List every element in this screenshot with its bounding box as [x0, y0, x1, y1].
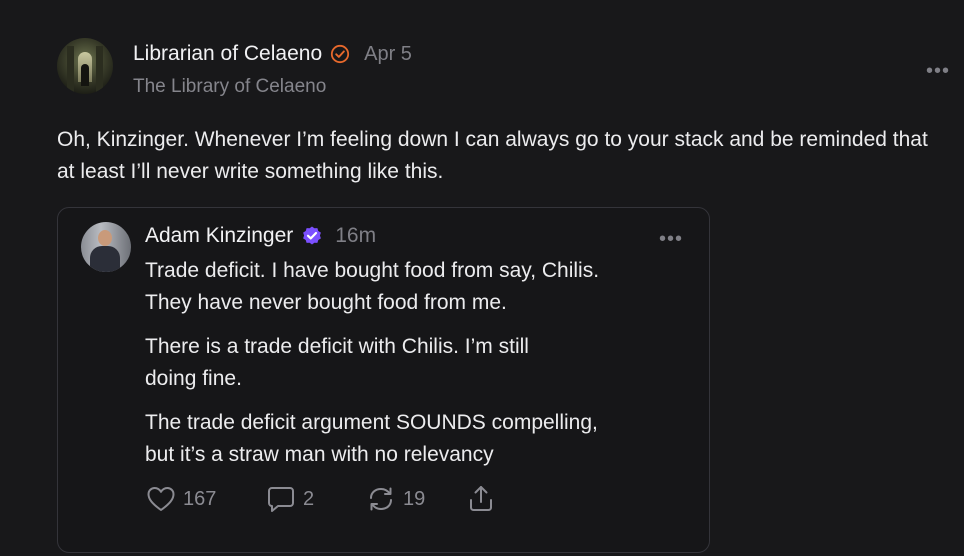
restack-icon: [370, 487, 392, 511]
avatar-figure: [81, 64, 89, 86]
quoted-line: doing fine.: [145, 367, 242, 390]
avatar-body: [90, 246, 120, 272]
avatar-pillar: [96, 46, 103, 94]
quoted-line: There is a trade deficit with Chilis. I’…: [145, 335, 529, 358]
quoted-line: Trade deficit. I have bought food from s…: [145, 259, 600, 282]
restack-count: 19: [403, 487, 426, 510]
share-button[interactable]: [466, 484, 496, 514]
heart-icon: [147, 487, 175, 511]
note-post: Librarian of Celaeno Apr 5 The Library o…: [0, 0, 964, 556]
quoted-timestamp[interactable]: 16m: [335, 224, 376, 248]
avatar-pillar: [67, 46, 74, 94]
author-avatar[interactable]: [57, 38, 113, 94]
author-name[interactable]: Librarian of Celaeno: [133, 42, 322, 66]
restack-button[interactable]: 19: [366, 484, 466, 514]
verified-badge-icon: [303, 226, 322, 245]
quoted-paragraph: Trade deficit. I have bought food from s…: [145, 255, 599, 319]
quoted-header: Adam Kinzinger 16m: [145, 224, 376, 248]
quoted-paragraph: The trade deficit argument SOUNDS compel…: [145, 407, 598, 471]
verified-badge-icon: [331, 44, 350, 64]
quoted-author-name[interactable]: Adam Kinzinger: [145, 224, 293, 248]
quoted-line: The trade deficit argument SOUNDS compel…: [145, 411, 598, 434]
author-row: Librarian of Celaeno Apr 5: [133, 42, 412, 66]
quoted-paragraph: There is a trade deficit with Chilis. I’…: [145, 331, 529, 395]
quoted-author-avatar[interactable]: [81, 222, 131, 272]
avatar-head: [98, 230, 112, 246]
comment-count: 2: [303, 487, 315, 510]
quoted-line: but it’s a straw man with no relevancy: [145, 443, 494, 466]
action-bar: 167 2 19: [146, 484, 496, 514]
comment-bubble-icon: [268, 487, 294, 512]
comment-button[interactable]: 2: [266, 484, 366, 514]
like-button[interactable]: 167: [146, 485, 246, 513]
more-options-button[interactable]: •••: [926, 60, 950, 83]
post-body: Oh, Kinzinger. Whenever I’m feeling down…: [57, 128, 928, 183]
share-icon: [470, 486, 492, 511]
like-count: 167: [183, 487, 217, 510]
post-date[interactable]: Apr 5: [364, 43, 412, 66]
quoted-note-card[interactable]: Adam Kinzinger 16m ••• Trade deficit. I …: [57, 207, 710, 553]
publication-name[interactable]: The Library of Celaeno: [133, 76, 326, 98]
quoted-line: They have never bought food from me.: [145, 291, 507, 314]
quoted-more-options-button[interactable]: •••: [659, 228, 683, 251]
